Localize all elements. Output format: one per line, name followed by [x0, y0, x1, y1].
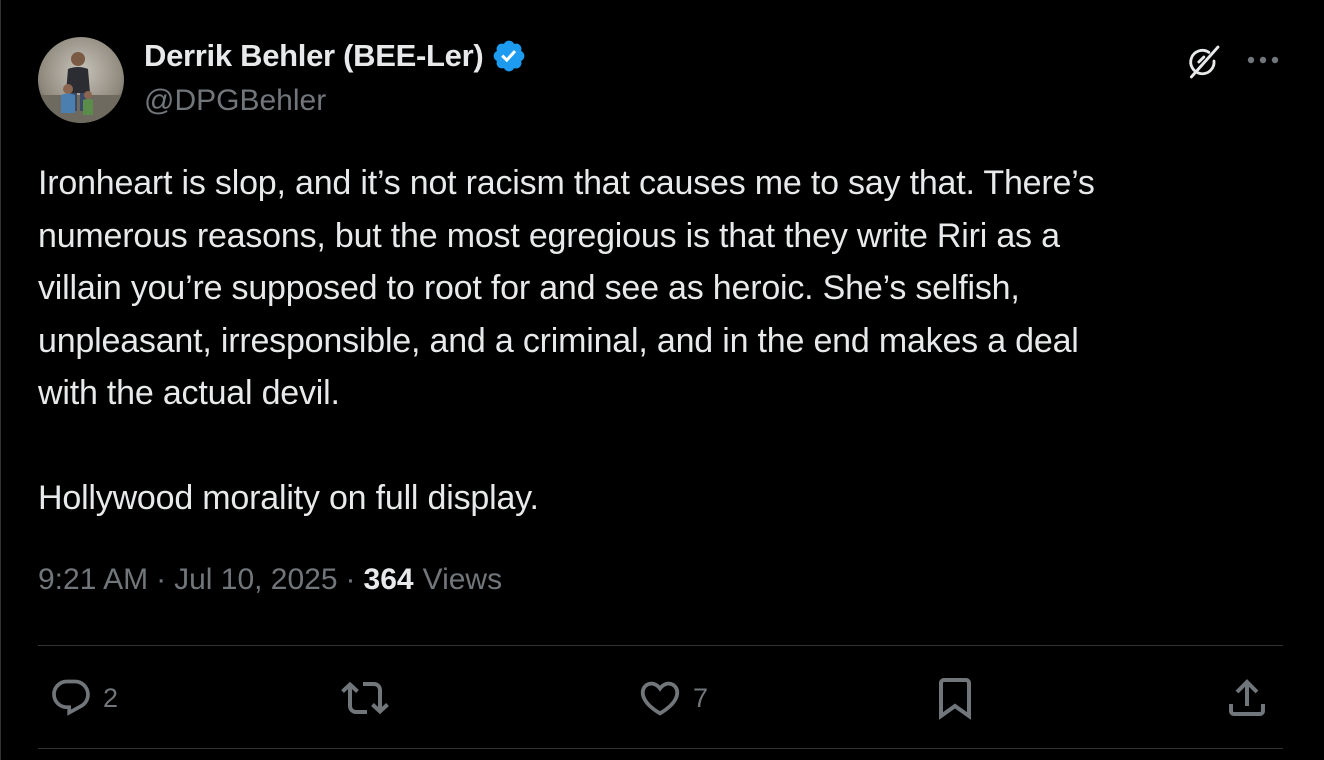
post-line: with the actual devil. — [38, 374, 340, 412]
post-date[interactable]: Jul 10, 2025 — [174, 563, 337, 597]
post-line: unpleasant, irresponsible, and a crimina… — [38, 321, 1079, 360]
views-count[interactable]: 364 — [364, 563, 414, 597]
reply-button[interactable]: 2 — [49, 672, 118, 724]
like-button[interactable]: 7 — [637, 672, 708, 724]
reply-icon — [49, 676, 93, 720]
post-text: Ironheart is slop, and it’s not racism t… — [38, 157, 1288, 525]
views-label[interactable]: Views — [423, 563, 502, 597]
like-icon — [637, 675, 683, 721]
meta-separator: · — [156, 563, 167, 596]
post-line: Hollywood morality on full display. — [38, 479, 539, 517]
grok-icon[interactable] — [1179, 38, 1227, 86]
post-meta: 9:21 AM · Jul 10, 2025 · 364 Views — [38, 563, 502, 597]
verified-badge-icon[interactable] — [491, 38, 527, 74]
meta-separator: · — [345, 563, 356, 596]
author-handle[interactable]: @DPGBehler — [144, 84, 326, 118]
bookmark-button[interactable] — [931, 672, 979, 724]
repost-button[interactable] — [341, 672, 389, 724]
tweet: Derrik Behler (BEE-Ler) @DPGBehler Ironh… — [0, 0, 1324, 760]
share-button[interactable] — [1223, 672, 1271, 724]
like-count: 7 — [693, 682, 709, 713]
post-line: numerous reasons, but the most egregious… — [38, 216, 1060, 255]
divider — [38, 748, 1283, 749]
bookmark-icon — [931, 674, 979, 722]
post-line: villain you’re supposed to root for and … — [38, 269, 1020, 307]
repost-icon — [341, 674, 389, 722]
post-line: Ironheart is slop, and it’s not racism t… — [38, 164, 1095, 202]
share-icon — [1223, 674, 1271, 722]
avatar-photo — [38, 37, 124, 123]
post-time[interactable]: 9:21 AM — [38, 563, 148, 597]
author-display-name[interactable]: Derrik Behler (BEE-Ler) — [144, 38, 484, 74]
more-icon[interactable] — [1239, 40, 1287, 80]
divider — [38, 645, 1283, 646]
author-name-row: Derrik Behler (BEE-Ler) — [144, 38, 527, 74]
reply-count: 2 — [103, 682, 119, 713]
avatar[interactable] — [38, 37, 124, 123]
